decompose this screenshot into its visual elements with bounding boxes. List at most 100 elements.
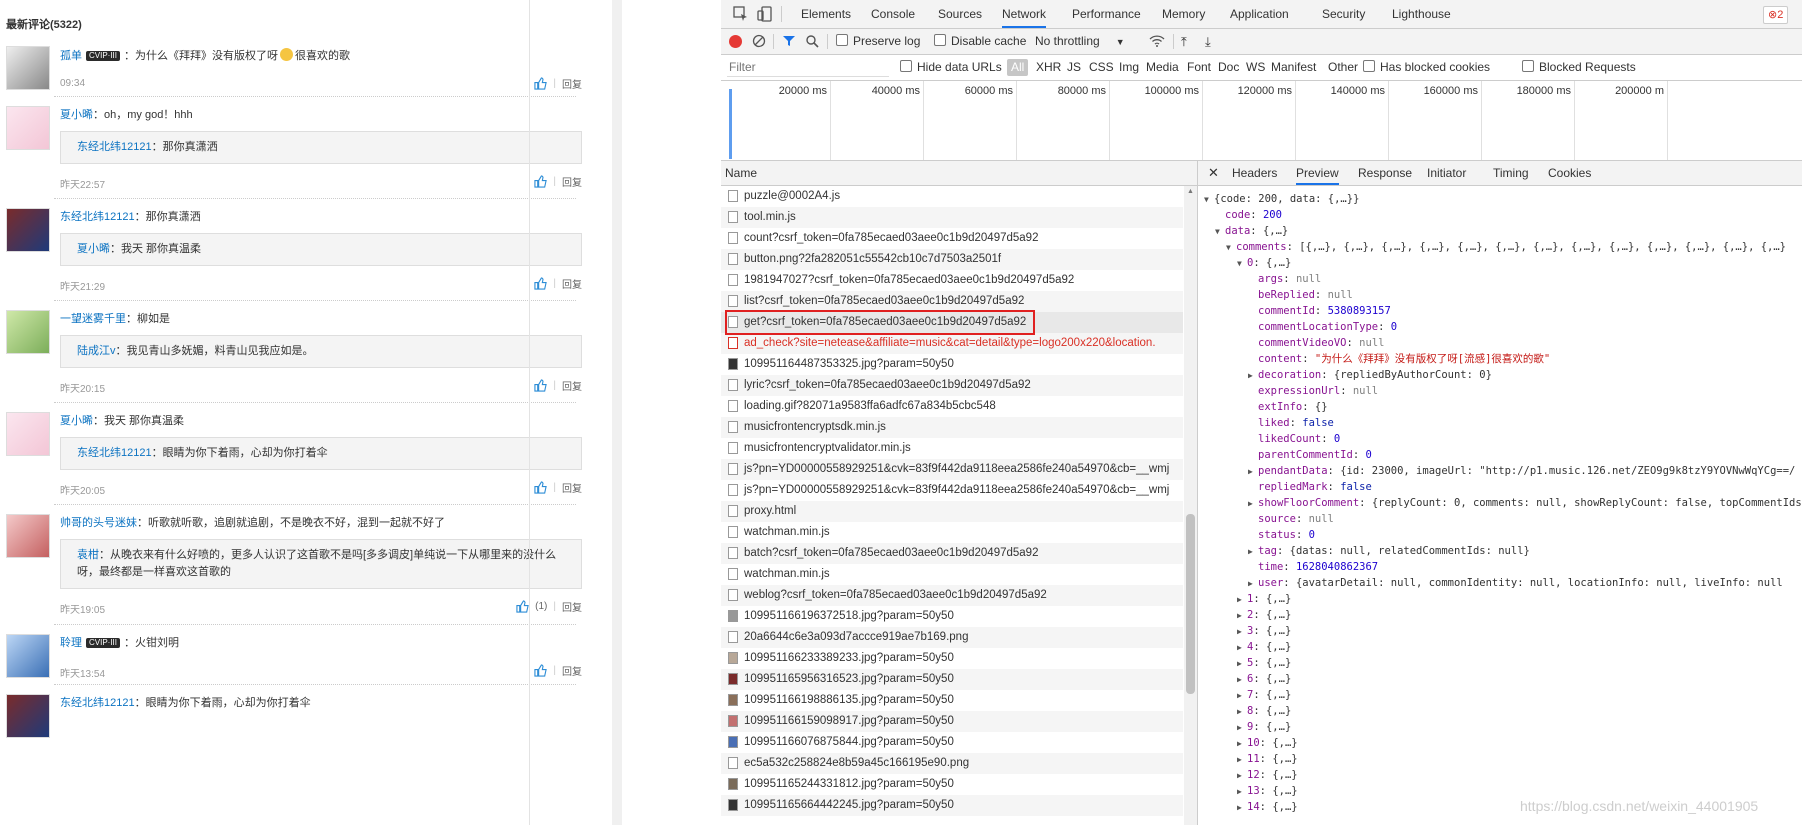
quote-user-link[interactable]: 陆成江v: [77, 345, 116, 357]
scroll-up-icon[interactable]: ▲: [1187, 188, 1194, 195]
throttling-select[interactable]: No throttling ▼: [1035, 29, 1125, 54]
type-filter-font[interactable]: Font: [1187, 55, 1211, 80]
collapsed-triangle-icon[interactable]: ▶: [1237, 640, 1247, 656]
filter-icon[interactable]: [782, 34, 796, 48]
json-tree-node[interactable]: ▶ 6: {,…}: [1198, 671, 1802, 687]
json-tree-node[interactable]: ▶ 3: {,…}: [1198, 623, 1802, 639]
error-counter[interactable]: ⊗2: [1763, 6, 1789, 24]
json-tree-node[interactable]: ▼ 0: {,…}: [1198, 255, 1802, 271]
record-button[interactable]: [729, 35, 742, 48]
collapsed-triangle-icon[interactable]: ▶: [1237, 736, 1247, 752]
comment-user-link[interactable]: 夏小晞: [60, 109, 93, 121]
tab-memory[interactable]: Memory: [1162, 0, 1205, 28]
reply-button[interactable]: 回复: [562, 174, 582, 189]
collapsed-triangle-icon[interactable]: ▶: [1237, 752, 1247, 768]
tab-headers[interactable]: Headers: [1232, 161, 1277, 185]
json-tree-node[interactable]: ▶ user: {avatarDetail: null, commonIdenti…: [1198, 575, 1802, 591]
avatar[interactable]: [6, 694, 50, 738]
type-filter-xhr[interactable]: XHR: [1036, 55, 1061, 80]
request-row[interactable]: ad_check?site=netease&affiliate=music&ca…: [721, 333, 1183, 354]
json-tree-node[interactable]: ▶ 5: {,…}: [1198, 655, 1802, 671]
clear-icon[interactable]: [752, 34, 766, 48]
collapsed-triangle-icon[interactable]: ▶: [1237, 800, 1247, 816]
tab-lighthouse[interactable]: Lighthouse: [1392, 0, 1451, 28]
like-icon[interactable]: [534, 175, 548, 188]
request-row[interactable]: list?csrf_token=0fa785ecaed03aee0c1b9d20…: [721, 291, 1183, 312]
json-tree-node[interactable]: ▶ 9: {,…}: [1198, 719, 1802, 735]
reply-button[interactable]: 回复: [562, 663, 582, 678]
collapsed-triangle-icon[interactable]: ▶: [1237, 688, 1247, 704]
collapsed-triangle-icon[interactable]: ▶: [1237, 624, 1247, 640]
json-tree-node[interactable]: ▶ 13: {,…}: [1198, 783, 1802, 799]
tab-preview[interactable]: Preview: [1296, 161, 1339, 185]
collapsed-triangle-icon[interactable]: ▶: [1248, 368, 1258, 384]
request-row[interactable]: ec5a532c258824e8b59a45c166195e90.png: [721, 753, 1183, 774]
has-blocked-cookies-checkbox[interactable]: Has blocked cookies: [1363, 55, 1490, 80]
type-filter-css[interactable]: CSS: [1089, 55, 1114, 80]
quote-user-link[interactable]: 袁柑: [77, 549, 99, 561]
quote-user-link[interactable]: 东经北纬12121: [77, 447, 152, 459]
reply-button[interactable]: 回复: [562, 480, 582, 495]
collapsed-triangle-icon[interactable]: ▶: [1237, 720, 1247, 736]
request-row[interactable]: button.png?2fa282051c55542cb10c7d7503a25…: [721, 249, 1183, 270]
request-row[interactable]: 109951165664442245.jpg?param=50y50: [721, 795, 1183, 816]
json-tree-node[interactable]: ▶ 4: {,…}: [1198, 639, 1802, 655]
like-icon[interactable]: [534, 379, 548, 392]
reply-button[interactable]: 回复: [562, 378, 582, 393]
like-icon[interactable]: [534, 481, 548, 494]
collapsed-triangle-icon[interactable]: ▶: [1237, 656, 1247, 672]
collapsed-triangle-icon[interactable]: ▶: [1237, 592, 1247, 608]
json-tree-node[interactable]: ▶ 8: {,…}: [1198, 703, 1802, 719]
request-row[interactable]: count?csrf_token=0fa785ecaed03aee0c1b9d2…: [721, 228, 1183, 249]
network-conditions-icon[interactable]: [1149, 34, 1165, 48]
like-icon[interactable]: [534, 664, 548, 677]
import-har-icon[interactable]: ⤒: [1181, 29, 1187, 54]
tab-performance[interactable]: Performance: [1072, 0, 1141, 28]
json-tree-node[interactable]: ▼ comments: [{,…}, {,…}, {,…}, {,…}, {,…}…: [1198, 239, 1802, 255]
comment-user-link[interactable]: 东经北纬12121: [60, 697, 135, 709]
tab-initiator[interactable]: Initiator: [1427, 161, 1466, 185]
expanded-triangle-icon[interactable]: ▼: [1226, 240, 1236, 256]
tab-network[interactable]: Network: [1002, 0, 1047, 28]
filter-input[interactable]: [727, 58, 889, 77]
preserve-log-checkbox[interactable]: Preserve log: [836, 29, 920, 54]
request-row[interactable]: watchman.min.js: [721, 522, 1183, 543]
request-row[interactable]: js?pn=YD00000558929251&cvk=83f9f442da911…: [721, 480, 1183, 501]
expanded-triangle-icon[interactable]: ▼: [1237, 256, 1247, 272]
json-tree-node[interactable]: ▶ pendantData: {id: 23000, imageUrl: "htt…: [1198, 463, 1802, 479]
like-icon[interactable]: [534, 77, 548, 90]
json-tree-node[interactable]: ▶ 2: {,…}: [1198, 607, 1802, 623]
collapsed-triangle-icon[interactable]: ▶: [1237, 672, 1247, 688]
json-tree-node[interactable]: ▶ 12: {,…}: [1198, 767, 1802, 783]
request-row[interactable]: proxy.html: [721, 501, 1183, 522]
scroll-thumb[interactable]: [1186, 514, 1195, 694]
quote-user-link[interactable]: 夏小晞: [77, 243, 110, 255]
blocked-requests-checkbox[interactable]: Blocked Requests: [1522, 55, 1636, 80]
json-tree-node[interactable]: ▶ tag: {datas: null, relatedCommentIds: n…: [1198, 543, 1802, 559]
collapsed-triangle-icon[interactable]: ▶: [1248, 496, 1258, 512]
request-row[interactable]: loading.gif?82071a9583ffa6adfc67a834b5cb…: [721, 396, 1183, 417]
expanded-triangle-icon[interactable]: ▼: [1204, 192, 1214, 208]
type-filter-js[interactable]: JS: [1067, 55, 1081, 80]
request-row[interactable]: 20a6644c6e3a093d7accce919ae7b169.png: [721, 627, 1183, 648]
device-toolbar-icon[interactable]: [757, 6, 773, 22]
reply-button[interactable]: 回复: [562, 276, 582, 291]
request-list-scrollbar[interactable]: ▲: [1184, 186, 1197, 825]
json-tree-node[interactable]: ▶ 1: {,…}: [1198, 591, 1802, 607]
type-filter-manifest[interactable]: Manifest: [1271, 55, 1316, 80]
tab-security[interactable]: Security: [1322, 0, 1365, 28]
search-icon[interactable]: [805, 34, 819, 48]
quote-user-link[interactable]: 东经北纬12121: [77, 141, 152, 153]
tab-elements[interactable]: Elements: [801, 0, 851, 28]
hide-data-urls-checkbox[interactable]: Hide data URLs: [900, 55, 1002, 80]
inspect-element-icon[interactable]: [733, 6, 749, 22]
avatar[interactable]: [6, 106, 50, 150]
tab-sources[interactable]: Sources: [938, 0, 982, 28]
request-row[interactable]: 109951166233389233.jpg?param=50y50: [721, 648, 1183, 669]
request-row[interactable]: 109951165244331812.jpg?param=50y50: [721, 774, 1183, 795]
column-header-name[interactable]: Name: [721, 161, 1197, 186]
request-row[interactable]: 109951164487353325.jpg?param=50y50: [721, 354, 1183, 375]
request-row[interactable]: watchman.min.js: [721, 564, 1183, 585]
network-overview-timeline[interactable]: 20000 ms 40000 ms 60000 ms 80000 ms 100000 m…: [721, 81, 1802, 161]
collapsed-triangle-icon[interactable]: ▶: [1237, 704, 1247, 720]
